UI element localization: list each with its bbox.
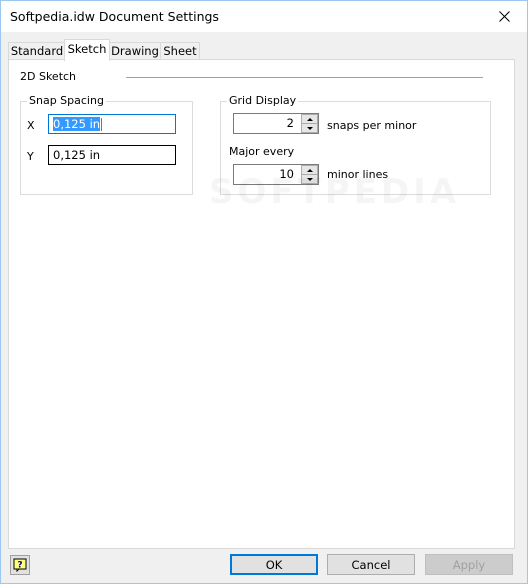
dialog-window: Softpedia.idw Document Settings Standard… [0, 0, 528, 584]
arrow-up-icon [306, 117, 313, 121]
snap-y-input[interactable]: 0,125 in [48, 145, 176, 165]
arrow-down-icon [306, 126, 313, 130]
tab-drawing[interactable]: Drawing [109, 42, 161, 60]
close-icon [498, 11, 510, 22]
grid-display-legend: Grid Display [227, 94, 299, 107]
help-icon: ? [13, 558, 27, 572]
ok-button[interactable]: OK [230, 554, 318, 575]
major-every-value: 10 [279, 167, 294, 181]
minor-lines-label: minor lines [327, 168, 389, 181]
snap-spacing-group: Snap Spacing X 0,125 in Y 0,125 in [20, 94, 193, 195]
cancel-button[interactable]: Cancel [327, 554, 415, 575]
major-every-label: Major every [229, 145, 295, 158]
grid-display-group: Grid Display 2 snaps per minor Major eve… [220, 94, 491, 195]
text-caret [101, 118, 103, 131]
tab-standard[interactable]: Standard [8, 42, 66, 60]
snaps-per-minor-spinner[interactable]: 2 [233, 113, 319, 134]
help-button[interactable]: ? [10, 555, 30, 575]
window-title: Softpedia.idw Document Settings [10, 9, 219, 24]
svg-text:?: ? [17, 561, 22, 571]
arrow-up-icon [306, 168, 313, 172]
snap-spacing-legend: Snap Spacing [27, 94, 106, 107]
snap-x-input[interactable]: 0,125 in [48, 114, 176, 134]
major-every-spinner[interactable]: 10 [233, 164, 319, 185]
sketch-panel: 2D Sketch Snap Spacing X 0,125 in Y 0,12… [8, 59, 515, 549]
apply-button[interactable]: Apply [425, 554, 513, 575]
snap-x-value: 0,125 in [53, 117, 101, 131]
snaps-per-minor-label: snaps per minor [327, 119, 417, 132]
close-button[interactable] [481, 1, 527, 32]
section-label-2d-sketch: 2D Sketch [20, 70, 77, 83]
y-label: Y [27, 150, 34, 163]
major-decrement-button[interactable] [301, 174, 318, 184]
snap-y-value: 0,125 in [53, 148, 101, 162]
x-label: X [27, 119, 35, 132]
title-bar: Softpedia.idw Document Settings [1, 1, 527, 32]
snaps-per-minor-value: 2 [286, 116, 294, 130]
arrow-down-icon [306, 177, 313, 181]
tab-sheet[interactable]: Sheet [160, 42, 200, 60]
snaps-decrement-button[interactable] [301, 123, 318, 133]
tab-sketch[interactable]: Sketch [64, 39, 110, 61]
section-divider [126, 77, 483, 78]
